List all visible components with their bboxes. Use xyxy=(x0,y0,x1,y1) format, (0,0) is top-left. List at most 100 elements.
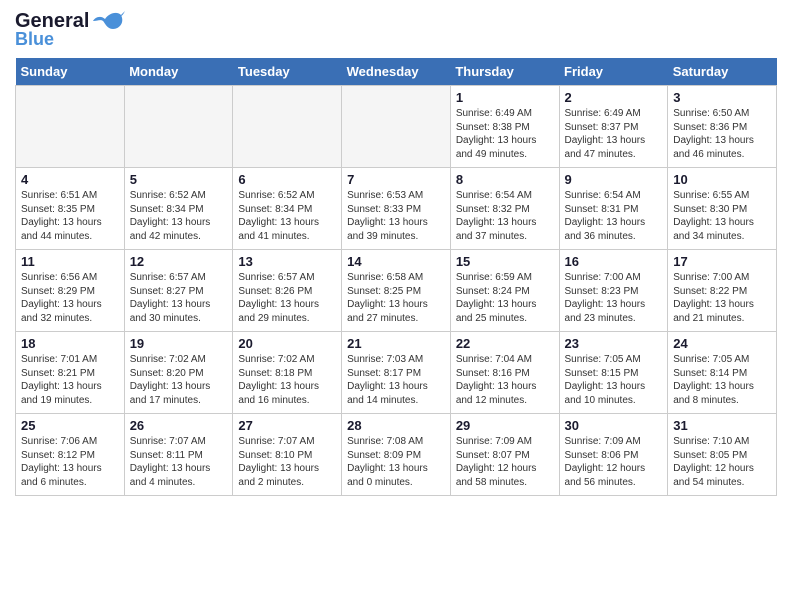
day-info: Sunrise: 6:51 AM Sunset: 8:35 PM Dayligh… xyxy=(21,189,119,243)
day-info: Sunrise: 7:07 AM Sunset: 8:11 PM Dayligh… xyxy=(130,435,228,489)
calendar-cell: 23 Sunrise: 7:05 AM Sunset: 8:15 PM Dayli… xyxy=(559,332,668,414)
day-number: 3 xyxy=(673,90,771,105)
day-info: Sunrise: 7:00 AM Sunset: 8:23 PM Dayligh… xyxy=(565,271,663,325)
calendar-cell: 2Sunrise: 6:49 AM Sunset: 8:37 PM Daylig… xyxy=(559,86,668,168)
day-number: 28 xyxy=(347,418,445,433)
calendar-cell: 31 Sunrise: 7:10 AM Sunset: 8:05 PM Dayli… xyxy=(668,414,777,496)
calendar-body: 1Sunrise: 6:49 AM Sunset: 8:38 PM Daylig… xyxy=(16,86,777,496)
day-number: 18 xyxy=(21,336,119,351)
calendar-week-3: 11 Sunrise: 6:56 AM Sunset: 8:29 PM Dayli… xyxy=(16,250,777,332)
day-number: 4 xyxy=(21,172,119,187)
calendar-cell: 25 Sunrise: 7:06 AM Sunset: 8:12 PM Dayli… xyxy=(16,414,125,496)
day-info: Sunrise: 6:56 AM Sunset: 8:29 PM Dayligh… xyxy=(21,271,119,325)
calendar-cell: 27 Sunrise: 7:07 AM Sunset: 8:10 PM Dayli… xyxy=(233,414,342,496)
day-number: 30 xyxy=(565,418,663,433)
day-info: Sunrise: 6:49 AM Sunset: 8:37 PM Dayligh… xyxy=(565,107,663,161)
calendar-cell: 21 Sunrise: 7:03 AM Sunset: 8:17 PM Dayli… xyxy=(342,332,451,414)
day-info: Sunrise: 6:54 AM Sunset: 8:32 PM Dayligh… xyxy=(456,189,554,243)
logo-bird-icon xyxy=(93,11,125,33)
calendar-cell: 20Sunrise: 7:02 AM Sunset: 8:18 PM Dayli… xyxy=(233,332,342,414)
calendar-cell: 30 Sunrise: 7:09 AM Sunset: 8:06 PM Dayli… xyxy=(559,414,668,496)
day-info: Sunrise: 6:55 AM Sunset: 8:30 PM Dayligh… xyxy=(673,189,771,243)
day-number: 1 xyxy=(456,90,554,105)
day-number: 21 xyxy=(347,336,445,351)
calendar-cell: 18 Sunrise: 7:01 AM Sunset: 8:21 PM Dayli… xyxy=(16,332,125,414)
calendar-cell: 11 Sunrise: 6:56 AM Sunset: 8:29 PM Dayli… xyxy=(16,250,125,332)
day-number: 10 xyxy=(673,172,771,187)
calendar-cell: 15 Sunrise: 6:59 AM Sunset: 8:24 PM Dayli… xyxy=(450,250,559,332)
day-info: Sunrise: 7:01 AM Sunset: 8:21 PM Dayligh… xyxy=(21,353,119,407)
day-header-saturday: Saturday xyxy=(668,58,777,86)
day-number: 26 xyxy=(130,418,228,433)
day-info: Sunrise: 6:57 AM Sunset: 8:27 PM Dayligh… xyxy=(130,271,228,325)
day-number: 16 xyxy=(565,254,663,269)
calendar-cell xyxy=(342,86,451,168)
calendar-cell: 22 Sunrise: 7:04 AM Sunset: 8:16 PM Dayli… xyxy=(450,332,559,414)
calendar-header-row: SundayMondayTuesdayWednesdayThursdayFrid… xyxy=(16,58,777,86)
calendar-week-1: 1Sunrise: 6:49 AM Sunset: 8:38 PM Daylig… xyxy=(16,86,777,168)
calendar-cell: 26 Sunrise: 7:07 AM Sunset: 8:11 PM Dayli… xyxy=(124,414,233,496)
calendar-cell: 10 Sunrise: 6:55 AM Sunset: 8:30 PM Dayli… xyxy=(668,168,777,250)
day-number: 7 xyxy=(347,172,445,187)
calendar-cell: 24Sunrise: 7:05 AM Sunset: 8:14 PM Dayli… xyxy=(668,332,777,414)
calendar-cell: 14Sunrise: 6:58 AM Sunset: 8:25 PM Dayli… xyxy=(342,250,451,332)
calendar-cell: 28 Sunrise: 7:08 AM Sunset: 8:09 PM Dayli… xyxy=(342,414,451,496)
day-info: Sunrise: 6:54 AM Sunset: 8:31 PM Dayligh… xyxy=(565,189,663,243)
calendar-week-2: 4 Sunrise: 6:51 AM Sunset: 8:35 PM Daylig… xyxy=(16,168,777,250)
day-number: 17 xyxy=(673,254,771,269)
day-info: Sunrise: 6:57 AM Sunset: 8:26 PM Dayligh… xyxy=(238,271,336,325)
day-info: Sunrise: 7:10 AM Sunset: 8:05 PM Dayligh… xyxy=(673,435,771,489)
day-number: 11 xyxy=(21,254,119,269)
day-number: 6 xyxy=(238,172,336,187)
calendar-cell: 13 Sunrise: 6:57 AM Sunset: 8:26 PM Dayli… xyxy=(233,250,342,332)
day-info: Sunrise: 7:09 AM Sunset: 8:06 PM Dayligh… xyxy=(565,435,663,489)
logo-blue: Blue xyxy=(15,29,54,50)
calendar-cell xyxy=(124,86,233,168)
logo: General Blue xyxy=(15,10,125,50)
day-number: 15 xyxy=(456,254,554,269)
day-info: Sunrise: 6:52 AM Sunset: 8:34 PM Dayligh… xyxy=(238,189,336,243)
day-number: 23 xyxy=(565,336,663,351)
day-info: Sunrise: 7:02 AM Sunset: 8:20 PM Dayligh… xyxy=(130,353,228,407)
day-info: Sunrise: 7:09 AM Sunset: 8:07 PM Dayligh… xyxy=(456,435,554,489)
day-info: Sunrise: 7:04 AM Sunset: 8:16 PM Dayligh… xyxy=(456,353,554,407)
day-info: Sunrise: 7:07 AM Sunset: 8:10 PM Dayligh… xyxy=(238,435,336,489)
day-info: Sunrise: 6:50 AM Sunset: 8:36 PM Dayligh… xyxy=(673,107,771,161)
day-info: Sunrise: 7:02 AM Sunset: 8:18 PM Dayligh… xyxy=(238,353,336,407)
calendar-table: SundayMondayTuesdayWednesdayThursdayFrid… xyxy=(15,58,777,496)
day-info: Sunrise: 6:53 AM Sunset: 8:33 PM Dayligh… xyxy=(347,189,445,243)
day-header-monday: Monday xyxy=(124,58,233,86)
day-number: 29 xyxy=(456,418,554,433)
day-info: Sunrise: 7:06 AM Sunset: 8:12 PM Dayligh… xyxy=(21,435,119,489)
day-info: Sunrise: 7:00 AM Sunset: 8:22 PM Dayligh… xyxy=(673,271,771,325)
calendar-week-4: 18 Sunrise: 7:01 AM Sunset: 8:21 PM Dayli… xyxy=(16,332,777,414)
day-info: Sunrise: 7:03 AM Sunset: 8:17 PM Dayligh… xyxy=(347,353,445,407)
day-number: 13 xyxy=(238,254,336,269)
calendar-cell: 12Sunrise: 6:57 AM Sunset: 8:27 PM Dayli… xyxy=(124,250,233,332)
calendar-week-5: 25 Sunrise: 7:06 AM Sunset: 8:12 PM Dayli… xyxy=(16,414,777,496)
calendar-cell: 3 Sunrise: 6:50 AM Sunset: 8:36 PM Daylig… xyxy=(668,86,777,168)
day-info: Sunrise: 7:05 AM Sunset: 8:15 PM Dayligh… xyxy=(565,353,663,407)
calendar-cell: 5Sunrise: 6:52 AM Sunset: 8:34 PM Daylig… xyxy=(124,168,233,250)
calendar-cell: 16 Sunrise: 7:00 AM Sunset: 8:23 PM Dayli… xyxy=(559,250,668,332)
day-number: 31 xyxy=(673,418,771,433)
page-header: General Blue xyxy=(15,10,777,50)
calendar-cell xyxy=(233,86,342,168)
day-number: 25 xyxy=(21,418,119,433)
calendar-cell: 6 Sunrise: 6:52 AM Sunset: 8:34 PM Daylig… xyxy=(233,168,342,250)
day-info: Sunrise: 6:52 AM Sunset: 8:34 PM Dayligh… xyxy=(130,189,228,243)
calendar-cell xyxy=(16,86,125,168)
calendar-cell: 9Sunrise: 6:54 AM Sunset: 8:31 PM Daylig… xyxy=(559,168,668,250)
day-info: Sunrise: 6:59 AM Sunset: 8:24 PM Dayligh… xyxy=(456,271,554,325)
day-number: 8 xyxy=(456,172,554,187)
day-header-tuesday: Tuesday xyxy=(233,58,342,86)
calendar-cell: 17 Sunrise: 7:00 AM Sunset: 8:22 PM Dayli… xyxy=(668,250,777,332)
day-header-wednesday: Wednesday xyxy=(342,58,451,86)
day-number: 22 xyxy=(456,336,554,351)
day-number: 24 xyxy=(673,336,771,351)
calendar-cell: 4 Sunrise: 6:51 AM Sunset: 8:35 PM Daylig… xyxy=(16,168,125,250)
day-number: 27 xyxy=(238,418,336,433)
day-info: Sunrise: 7:08 AM Sunset: 8:09 PM Dayligh… xyxy=(347,435,445,489)
calendar-cell: 29 Sunrise: 7:09 AM Sunset: 8:07 PM Dayli… xyxy=(450,414,559,496)
day-header-friday: Friday xyxy=(559,58,668,86)
